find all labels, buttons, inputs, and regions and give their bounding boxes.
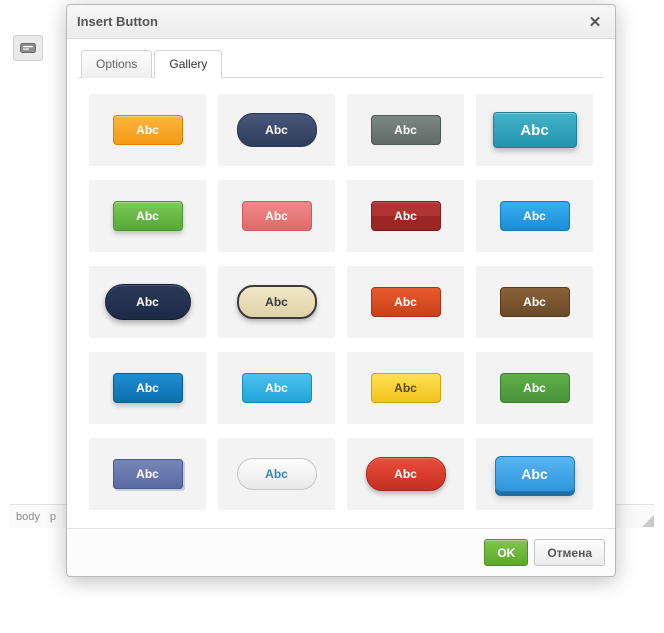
dialog-title: Insert Button <box>77 14 158 29</box>
sample-button-blue-outline: Abc <box>500 201 570 231</box>
gallery-swatch-darkred-gloss[interactable]: Abc <box>347 180 464 252</box>
sample-button-green-raised: Abc <box>113 201 183 231</box>
gallery-swatch-blue-outline[interactable]: Abc <box>476 180 593 252</box>
dialog-tabs: Options Gallery <box>79 49 603 78</box>
sample-button-darknavy-pill: Abc <box>105 284 191 320</box>
sample-button-slate-shadow: Abc <box>113 459 183 489</box>
ok-button[interactable]: OK <box>484 539 528 566</box>
gallery-swatch-gray-flat[interactable]: Abc <box>347 94 464 166</box>
gallery-swatch-darknavy-pill[interactable]: Abc <box>89 266 206 338</box>
sample-button-gray-flat: Abc <box>371 115 441 145</box>
sample-button-navy-pill: Abc <box>237 113 317 147</box>
sample-button-blue-raised: Abc <box>113 373 183 403</box>
gallery-swatch-yellow-flat[interactable]: Abc <box>347 352 464 424</box>
sample-button-white-pill: Abc <box>237 458 317 490</box>
gallery-swatch-blue-3d[interactable]: Abc <box>476 438 593 510</box>
button-gallery: Abc Abc Abc Abc Abc Abc Abc Abc Abc Abc Abc Abc Abc A… <box>79 78 603 524</box>
sample-button-brown-flat: Abc <box>500 287 570 317</box>
gallery-swatch-red-pill[interactable]: Abc <box>347 438 464 510</box>
sample-button-red-pill: Abc <box>366 457 446 491</box>
gallery-swatch-brown-flat[interactable]: Abc <box>476 266 593 338</box>
tab-gallery[interactable]: Gallery <box>154 50 222 78</box>
gallery-swatch-green-flat[interactable]: Abc <box>476 352 593 424</box>
sample-button-skyblue-flat: Abc <box>242 373 312 403</box>
sample-button-cream-pill: Abc <box>237 285 317 319</box>
button-icon <box>20 43 36 53</box>
sample-button-yellow-flat: Abc <box>371 373 441 403</box>
tab-options[interactable]: Options <box>81 50 152 78</box>
path-segment-body[interactable]: body <box>16 511 40 523</box>
sample-button-orange-rounded: Abc <box>113 115 183 145</box>
path-segment-p[interactable]: p <box>50 511 56 523</box>
sample-button-blue-3d: Abc <box>495 456 575 492</box>
sample-button-orange-dark: Abc <box>371 287 441 317</box>
gallery-swatch-green-raised[interactable]: Abc <box>89 180 206 252</box>
dialog-footer: OK Отмена <box>67 528 615 576</box>
gallery-swatch-white-pill[interactable]: Abc <box>218 438 335 510</box>
gallery-swatch-navy-pill[interactable]: Abc <box>218 94 335 166</box>
gallery-swatch-blue-raised[interactable]: Abc <box>89 352 206 424</box>
gallery-swatch-slate-shadow[interactable]: Abc <box>89 438 206 510</box>
sample-button-green-flat: Abc <box>500 373 570 403</box>
gallery-swatch-cream-pill[interactable]: Abc <box>218 266 335 338</box>
cancel-button[interactable]: Отмена <box>534 539 605 566</box>
gallery-swatch-teal-large[interactable]: Abc <box>476 94 593 166</box>
sample-button-darkred-gloss: Abc <box>371 201 441 231</box>
toolbar-button-stub[interactable] <box>13 35 43 61</box>
close-icon[interactable]: ✕ <box>585 12 605 32</box>
sample-button-pink-flat: Abc <box>242 201 312 231</box>
gallery-swatch-orange-dark[interactable]: Abc <box>347 266 464 338</box>
dialog-header[interactable]: Insert Button ✕ <box>67 5 615 39</box>
gallery-swatch-orange-rounded[interactable]: Abc <box>89 94 206 166</box>
gallery-swatch-pink-flat[interactable]: Abc <box>218 180 335 252</box>
resize-handle-icon[interactable] <box>640 513 654 527</box>
gallery-swatch-skyblue-flat[interactable]: Abc <box>218 352 335 424</box>
sample-button-teal-large: Abc <box>493 112 577 148</box>
dialog-body: Options Gallery AbcAbcAbcAbcAbcAbcAbcAbc… <box>67 39 615 528</box>
insert-button-dialog: Insert Button ✕ Options Gallery AbcAbcAb… <box>66 4 616 577</box>
